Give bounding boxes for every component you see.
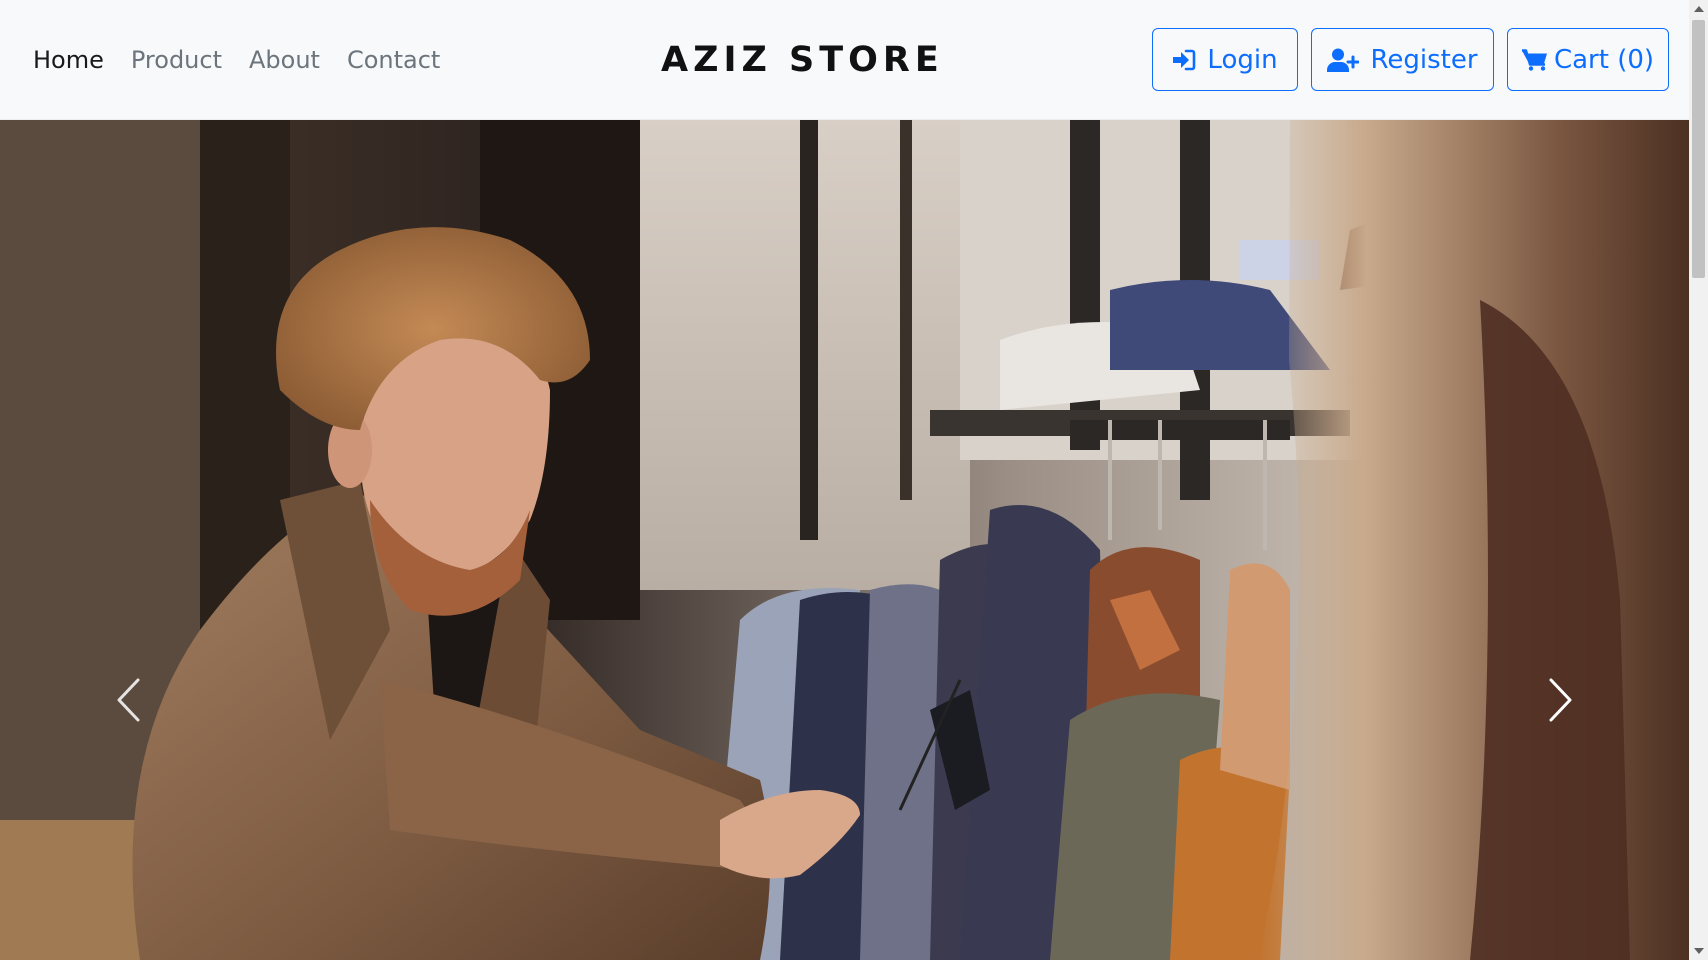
nav-link-home[interactable]: Home	[33, 44, 104, 76]
scroll-thumb[interactable]	[1692, 20, 1705, 278]
brand-logo[interactable]: AZIZ STORE	[661, 38, 944, 82]
chevron-left-icon	[117, 678, 140, 722]
register-label: Register	[1370, 44, 1478, 75]
nav-link-contact[interactable]: Contact	[347, 44, 440, 76]
nav-buttons: Login Register Cart (0)	[1152, 28, 1669, 91]
register-button[interactable]: Register	[1311, 28, 1494, 91]
nav-link-about[interactable]: About	[249, 44, 320, 76]
user-plus-icon	[1327, 48, 1360, 72]
cart-label: Cart (0)	[1553, 44, 1655, 75]
carousel-next-button[interactable]	[1531, 650, 1591, 750]
login-label: Login	[1207, 44, 1278, 75]
shopping-cart-icon	[1521, 48, 1547, 71]
sign-in-icon	[1173, 49, 1196, 70]
login-button[interactable]: Login	[1152, 28, 1298, 91]
navbar: Home Product About Contact AZIZ STORE Lo…	[0, 0, 1689, 120]
cart-button[interactable]: Cart (0)	[1507, 28, 1669, 91]
hero-image	[0, 120, 1689, 960]
scroll-up-icon[interactable]	[1694, 6, 1704, 12]
page-scrollbar[interactable]	[1689, 0, 1708, 960]
nav-link-product[interactable]: Product	[131, 44, 222, 76]
chevron-right-icon	[1549, 678, 1572, 722]
scroll-down-icon[interactable]	[1694, 948, 1704, 954]
nav-links: Home Product About Contact	[33, 44, 467, 76]
hero-carousel	[0, 120, 1689, 960]
carousel-prev-button[interactable]	[98, 650, 158, 750]
